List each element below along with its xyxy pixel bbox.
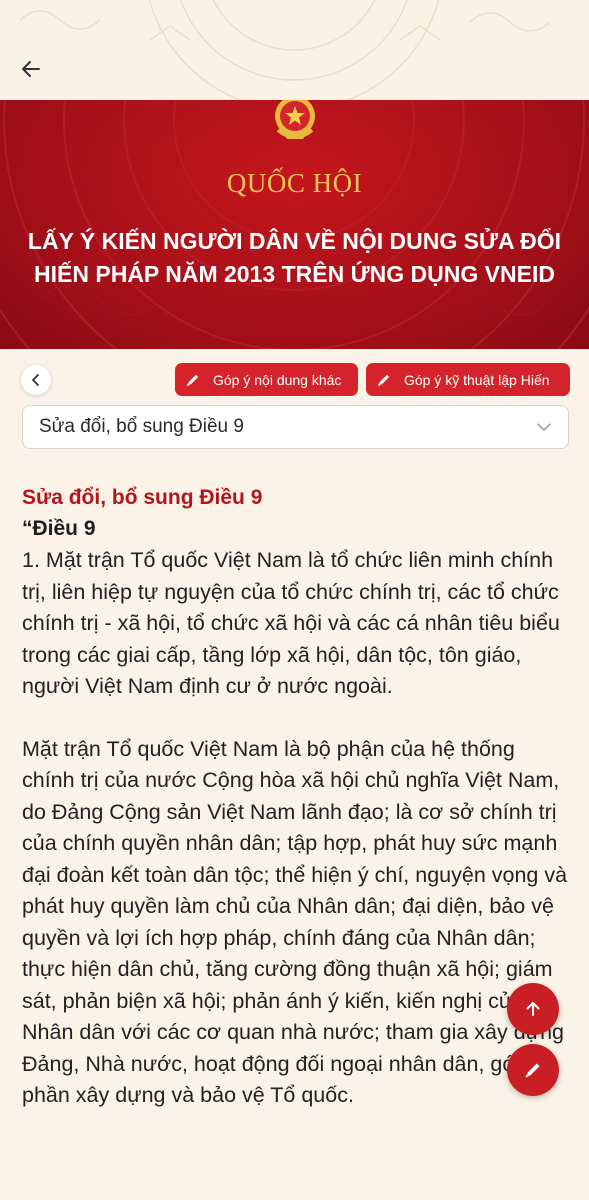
top-bar xyxy=(0,0,589,100)
suggest-technique-button[interactable]: Góp ý kỹ thuật lập Hiến xyxy=(366,363,570,396)
article-content: Sửa đổi, bổ sung Điều 9 “Điều 9 1. Mặt t… xyxy=(22,482,570,1112)
suggest-technique-label: Góp ý kỹ thuật lập Hiến xyxy=(404,371,550,388)
suggest-other-content-label: Góp ý nội dung khác xyxy=(213,371,342,388)
comment-button[interactable] xyxy=(507,1044,559,1096)
hero-banner: QUỐC HỘI LẤY Ý KIẾN NGƯỜI DÂN VỀ NỘI DUN… xyxy=(0,100,589,349)
pencil-icon xyxy=(525,1063,540,1078)
suggest-other-content-button[interactable]: Góp ý nội dung khác xyxy=(175,363,358,396)
section-title: Sửa đổi, bổ sung Điều 9 xyxy=(22,486,263,509)
chevron-left-icon xyxy=(32,374,39,386)
scroll-to-top-button[interactable] xyxy=(507,983,559,1035)
decorative-pattern xyxy=(19,0,551,100)
pencil-icon xyxy=(185,372,201,388)
article-title: “Điều 9 xyxy=(22,517,96,540)
article-paragraph-2: Mặt trận Tổ quốc Việt Nam là bộ phận của… xyxy=(22,736,568,1108)
article-select-value: Sửa đổi, bổ sung Điều 9 xyxy=(39,416,244,437)
article-select[interactable]: Sửa đổi, bổ sung Điều 9 xyxy=(22,405,569,449)
back-button[interactable] xyxy=(14,52,48,86)
national-emblem-icon xyxy=(275,100,315,139)
article-paragraph-1: 1. Mặt trận Tổ quốc Việt Nam là tổ chức … xyxy=(22,548,560,698)
arrow-up-icon xyxy=(526,1002,540,1016)
organization-name: QUỐC HỘI xyxy=(226,168,363,198)
pencil-icon xyxy=(376,372,392,388)
arrow-left-icon xyxy=(22,61,40,77)
chevron-down-icon xyxy=(537,423,551,431)
banner-title: LẤY Ý KIẾN NGƯỜI DÂN VỀ NỘI DUNG SỬA ĐỔI… xyxy=(27,228,562,287)
previous-button[interactable] xyxy=(21,365,51,395)
